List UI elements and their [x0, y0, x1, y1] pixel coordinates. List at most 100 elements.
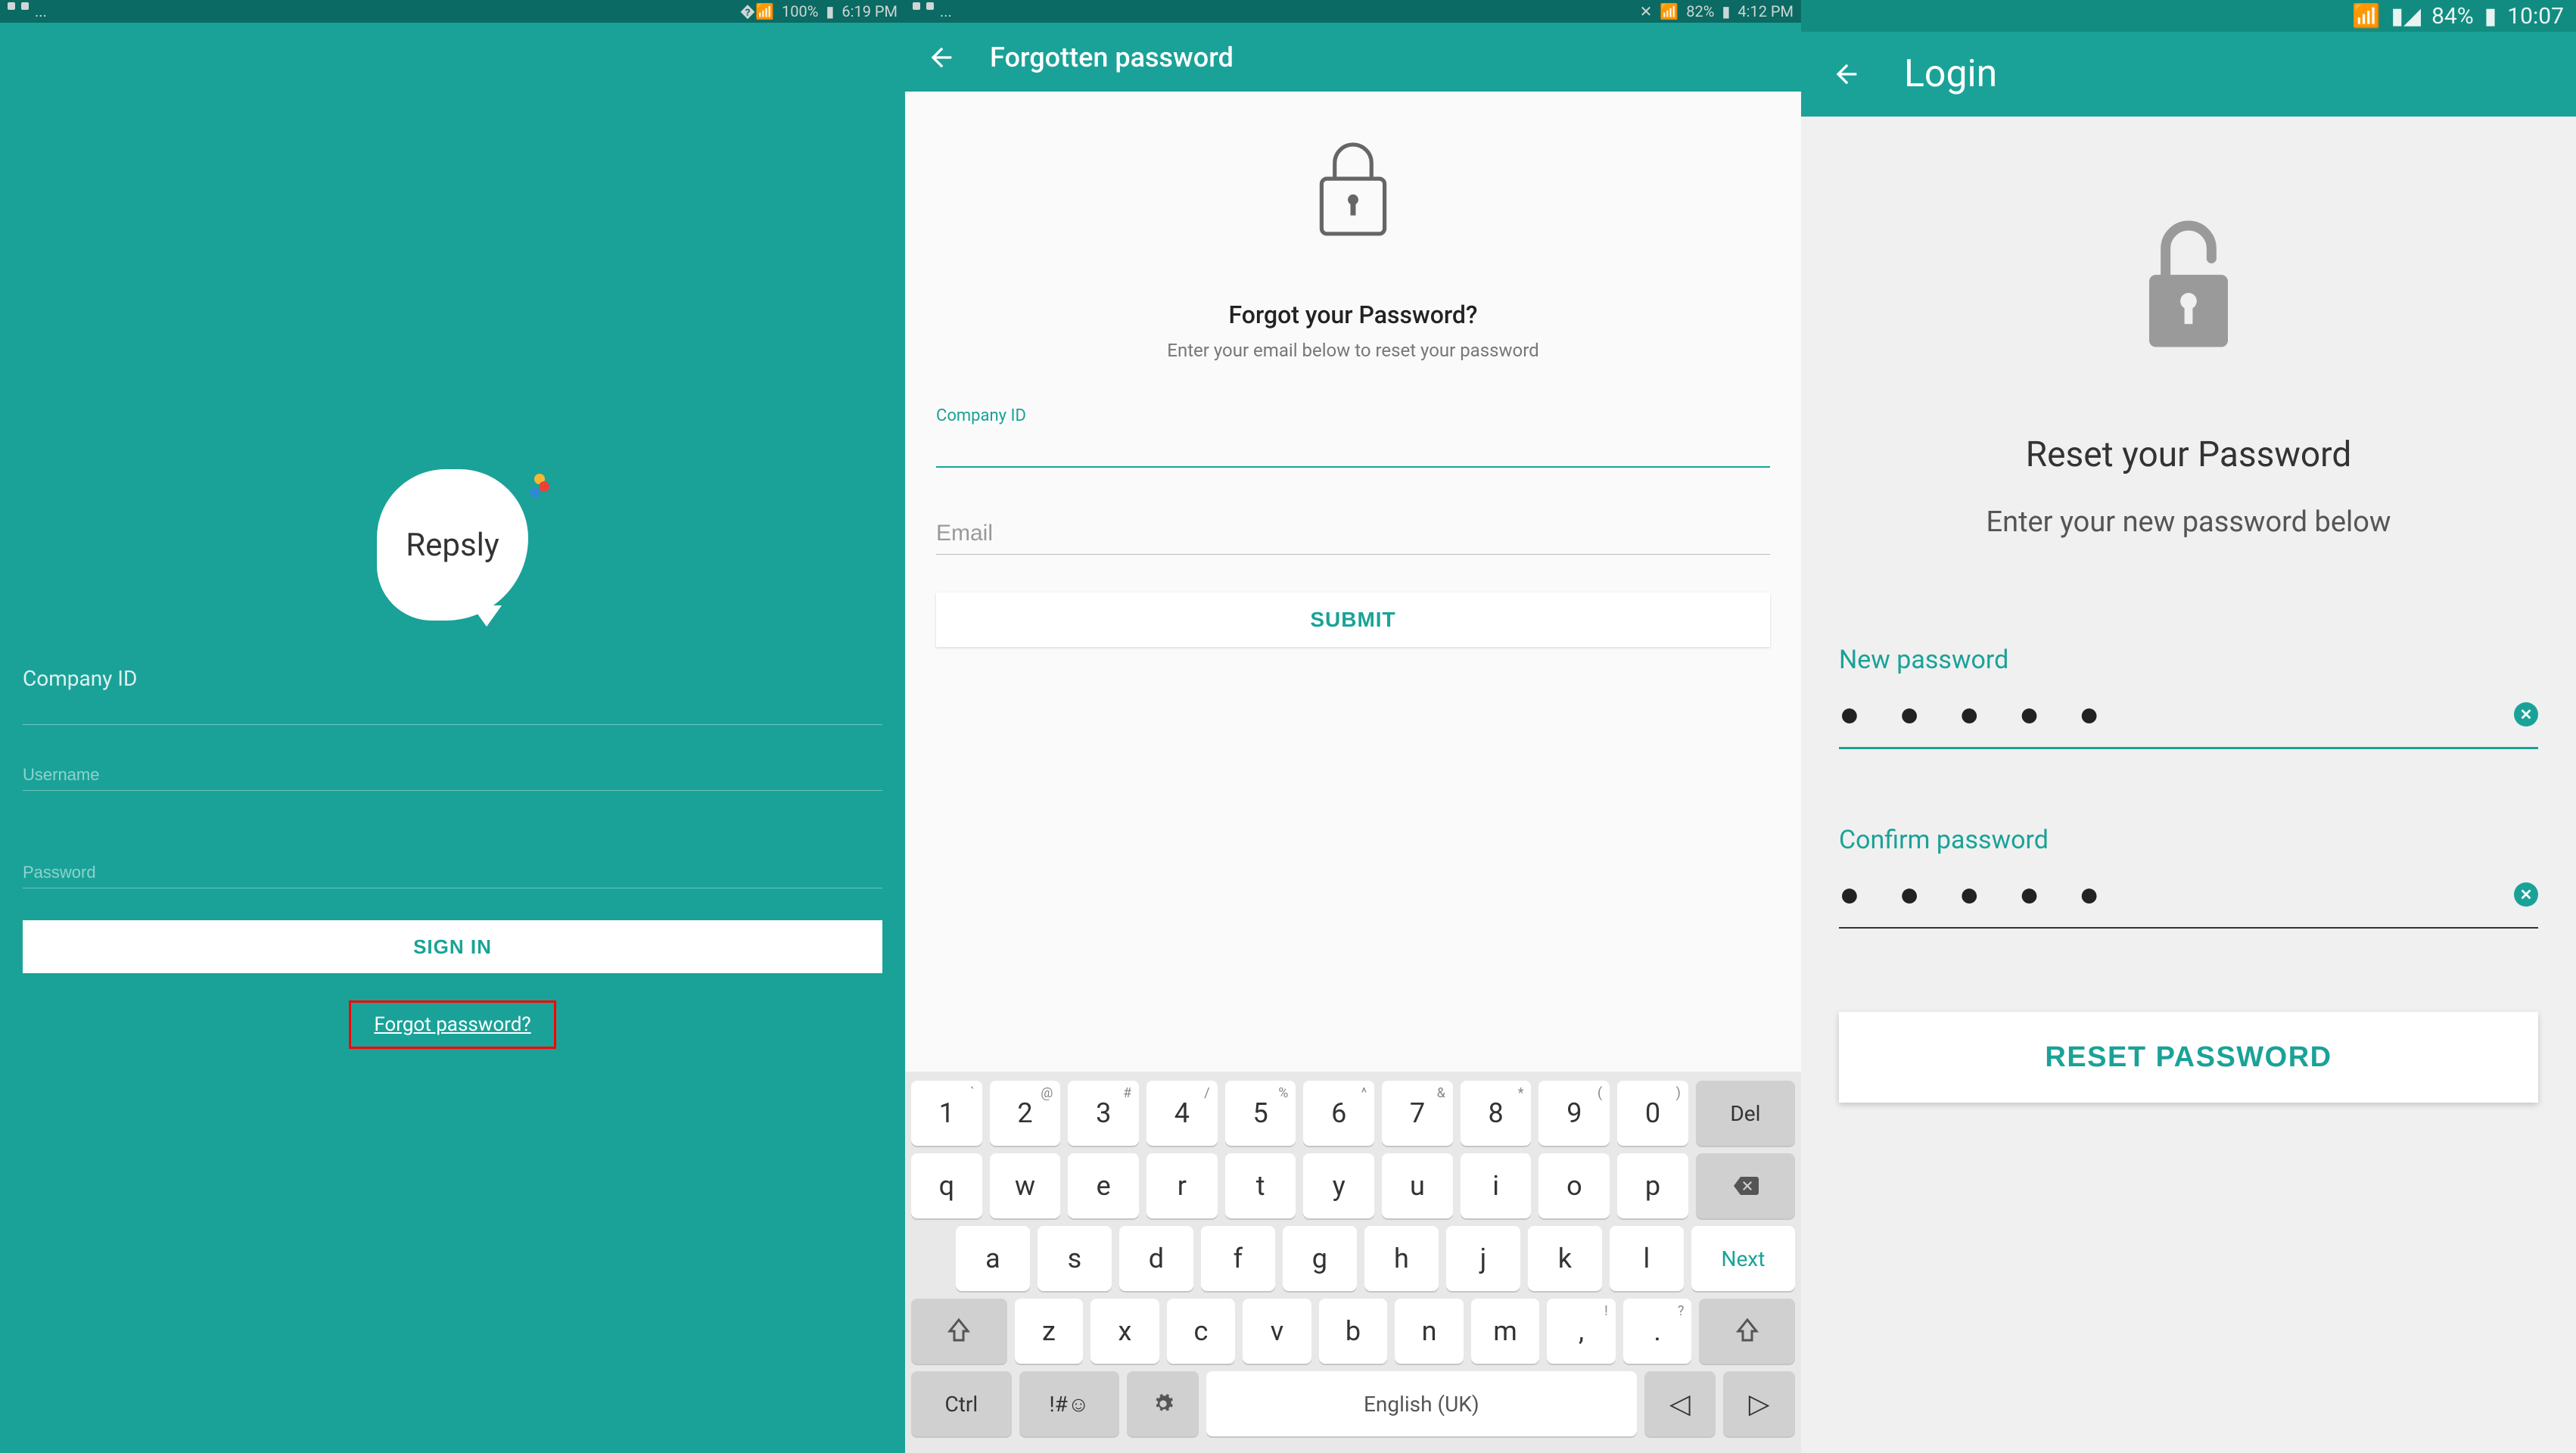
clear-confirm-password-button[interactable]: ✕: [2514, 882, 2538, 907]
key-l[interactable]: l: [1610, 1226, 1684, 1291]
key-d[interactable]: d: [1119, 1226, 1193, 1291]
clear-new-password-button[interactable]: ✕: [2514, 702, 2538, 726]
forgot-subtext: Enter your email below to reset your pas…: [1167, 340, 1538, 361]
unlock-icon: [2139, 207, 2238, 359]
shift-right-key[interactable]: [1699, 1299, 1795, 1364]
settings-key[interactable]: [1127, 1371, 1199, 1436]
key-t[interactable]: t: [1225, 1153, 1296, 1218]
password-input[interactable]: [23, 854, 882, 888]
email-input[interactable]: [936, 513, 1770, 555]
new-password-label: New password: [1839, 645, 2538, 675]
delete-key[interactable]: Del: [1696, 1081, 1795, 1146]
key-i[interactable]: i: [1461, 1153, 1532, 1218]
key-9[interactable]: 9(: [1538, 1081, 1610, 1146]
company-id-label: Company ID: [936, 406, 1770, 425]
appbar-title: Forgotten password: [990, 42, 1234, 73]
key-z[interactable]: z: [1015, 1299, 1084, 1364]
next-key[interactable]: Next: [1691, 1226, 1795, 1291]
wifi-icon: 📶: [1660, 2, 1678, 20]
key-period[interactable]: .?: [1623, 1299, 1692, 1364]
key-n[interactable]: n: [1395, 1299, 1464, 1364]
symbols-key[interactable]: !#☺: [1019, 1371, 1120, 1436]
key-k[interactable]: k: [1528, 1226, 1602, 1291]
arrow-right-key[interactable]: ▷: [1723, 1371, 1795, 1436]
back-button[interactable]: [926, 42, 957, 73]
reset-password-button[interactable]: RESET PASSWORD: [1839, 1012, 2538, 1103]
key-j[interactable]: j: [1446, 1226, 1520, 1291]
key-0[interactable]: 0): [1617, 1081, 1688, 1146]
key-5[interactable]: 5%: [1225, 1081, 1296, 1146]
arrow-left-icon: [1831, 59, 1862, 89]
key-e[interactable]: e: [1068, 1153, 1139, 1218]
submit-button[interactable]: SUBMIT: [936, 593, 1770, 647]
new-password-input[interactable]: ● ● ● ● ●: [1839, 693, 2514, 735]
key-1[interactable]: 1`: [911, 1081, 982, 1146]
signin-button[interactable]: SIGN IN: [23, 920, 882, 973]
key-r[interactable]: r: [1146, 1153, 1218, 1218]
new-password-field: New password ● ● ● ● ● ✕: [1839, 645, 2538, 749]
key-h[interactable]: h: [1364, 1226, 1439, 1291]
key-4[interactable]: 4/: [1146, 1081, 1218, 1146]
keyboard-row-2: qwertyuiop: [911, 1153, 1795, 1218]
key-comma[interactable]: ,!: [1547, 1299, 1616, 1364]
logo-text: Repsly: [406, 527, 499, 564]
shift-left-key[interactable]: [911, 1299, 1007, 1364]
key-f[interactable]: f: [1201, 1226, 1275, 1291]
forgot-password-link[interactable]: Forgot password?: [374, 1013, 530, 1036]
shift-icon: [945, 1318, 972, 1345]
key-p[interactable]: p: [1617, 1153, 1688, 1218]
confirm-password-label: Confirm password: [1839, 825, 2538, 855]
confirm-password-input[interactable]: ● ● ● ● ●: [1839, 873, 2514, 915]
reset-password-form: Reset your Password Enter your new passw…: [1801, 117, 2576, 1103]
ctrl-key[interactable]: Ctrl: [911, 1371, 1012, 1436]
key-7[interactable]: 7&: [1382, 1081, 1453, 1146]
key-c[interactable]: c: [1167, 1299, 1236, 1364]
key-3[interactable]: 3#: [1068, 1081, 1139, 1146]
battery-text: 84%: [2431, 3, 2474, 30]
key-s[interactable]: s: [1038, 1226, 1112, 1291]
backspace-icon: [1731, 1172, 1759, 1199]
key-w[interactable]: w: [990, 1153, 1061, 1218]
status-right-icons: ✕ 📶 82% ▮ 4:12 PM: [1640, 2, 1794, 20]
mute-icon: ✕: [1640, 2, 1653, 20]
battery-icon: ▮: [1722, 2, 1730, 20]
key-a[interactable]: a: [956, 1226, 1030, 1291]
arrow-left-key[interactable]: ◁: [1644, 1371, 1716, 1436]
clock-text: 4:12 PM: [1738, 2, 1794, 20]
company-id-input[interactable]: [936, 425, 1770, 468]
wifi-icon: �📶: [740, 2, 774, 20]
highlight-annotation: Forgot password?: [349, 1000, 555, 1049]
status-left-icons: ...: [8, 2, 47, 20]
key-6[interactable]: 6^: [1303, 1081, 1374, 1146]
key-8[interactable]: 8*: [1461, 1081, 1532, 1146]
battery-icon: ▮: [2484, 3, 2497, 30]
reset-heading: Reset your Password: [2026, 434, 2352, 475]
backspace-key[interactable]: [1696, 1153, 1795, 1218]
company-id-label: Company ID: [23, 666, 882, 691]
key-b[interactable]: b: [1319, 1299, 1388, 1364]
company-id-input[interactable]: [23, 691, 882, 725]
confirm-password-field: Confirm password ● ● ● ● ● ✕: [1839, 825, 2538, 929]
status-indicator-icon: [8, 2, 15, 10]
battery-text: 100%: [782, 2, 818, 20]
status-bar: ... ✕ 📶 82% ▮ 4:12 PM: [905, 0, 1801, 23]
key-x[interactable]: x: [1090, 1299, 1159, 1364]
space-key[interactable]: English (UK): [1206, 1371, 1636, 1436]
key-u[interactable]: u: [1382, 1153, 1453, 1218]
clock-text: 6:19 PM: [842, 2, 898, 20]
key-g[interactable]: g: [1283, 1226, 1357, 1291]
status-indicator-icon: [926, 2, 934, 10]
username-input[interactable]: [23, 757, 882, 791]
status-ellipsis: ...: [35, 2, 47, 20]
key-q[interactable]: q: [911, 1153, 982, 1218]
key-2[interactable]: 2@: [990, 1081, 1061, 1146]
key-y[interactable]: y: [1303, 1153, 1374, 1218]
forgot-heading: Forgot your Password?: [1229, 300, 1478, 329]
key-o[interactable]: o: [1538, 1153, 1610, 1218]
keyboard-row-4: zxcvbnm,!.?: [911, 1299, 1795, 1364]
clock-text: 10:07: [2507, 3, 2564, 30]
forgot-password-form: Forgot your Password? Enter your email b…: [905, 92, 1801, 647]
key-v[interactable]: v: [1243, 1299, 1311, 1364]
key-m[interactable]: m: [1471, 1299, 1540, 1364]
back-button[interactable]: [1831, 59, 1862, 89]
